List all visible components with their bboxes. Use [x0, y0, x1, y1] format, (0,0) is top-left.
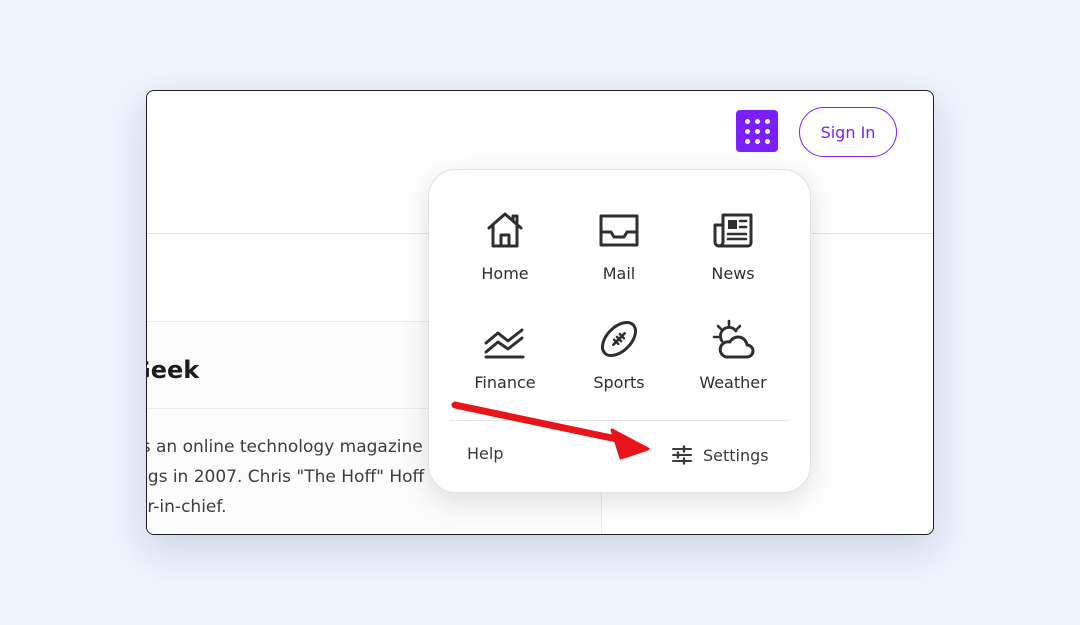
grid-dot — [754, 128, 760, 134]
football-icon — [601, 321, 637, 357]
inbox-icon — [599, 214, 639, 247]
grid-dot — [754, 138, 760, 144]
app-label-mail: Mail — [602, 264, 636, 283]
apps-menu-panel: Home Mail News Finance Sports Weather He… — [428, 169, 811, 493]
help-link[interactable]: Help — [467, 444, 503, 463]
app-label-news: News — [711, 264, 755, 283]
app-item-mail[interactable]: Mail — [563, 208, 675, 298]
grid-dot — [764, 118, 770, 124]
app-item-home[interactable]: Home — [449, 208, 561, 298]
sliders-icon — [672, 445, 692, 465]
app-label-weather: Weather — [699, 373, 767, 392]
article-body-line: or-in-chief. — [147, 497, 227, 517]
partly-cloudy-icon — [712, 319, 755, 359]
settings-label: Settings — [703, 445, 769, 465]
app-item-finance[interactable]: Finance — [449, 317, 561, 407]
article-title: Geek — [147, 356, 200, 384]
app-item-news[interactable]: News — [677, 208, 789, 298]
home-icon — [487, 212, 523, 248]
app-label-sports: Sports — [593, 373, 645, 392]
app-label-home: Home — [481, 264, 529, 283]
grid-dot — [744, 128, 750, 134]
sign-in-button[interactable]: Sign In — [799, 107, 897, 157]
panel-divider — [450, 420, 789, 421]
grid-dot — [744, 138, 750, 144]
settings-link[interactable]: Settings — [671, 444, 769, 466]
newspaper-icon — [713, 213, 753, 248]
grid-dot — [764, 138, 770, 144]
grid-dot — [754, 118, 760, 124]
apps-grid-button[interactable] — [736, 110, 778, 152]
app-item-weather[interactable]: Weather — [677, 317, 789, 407]
chart-line-icon — [484, 328, 525, 359]
app-label-finance: Finance — [474, 373, 536, 392]
grid-dot — [744, 118, 750, 124]
grid-dot — [764, 128, 770, 134]
app-item-sports[interactable]: Sports — [563, 317, 675, 407]
